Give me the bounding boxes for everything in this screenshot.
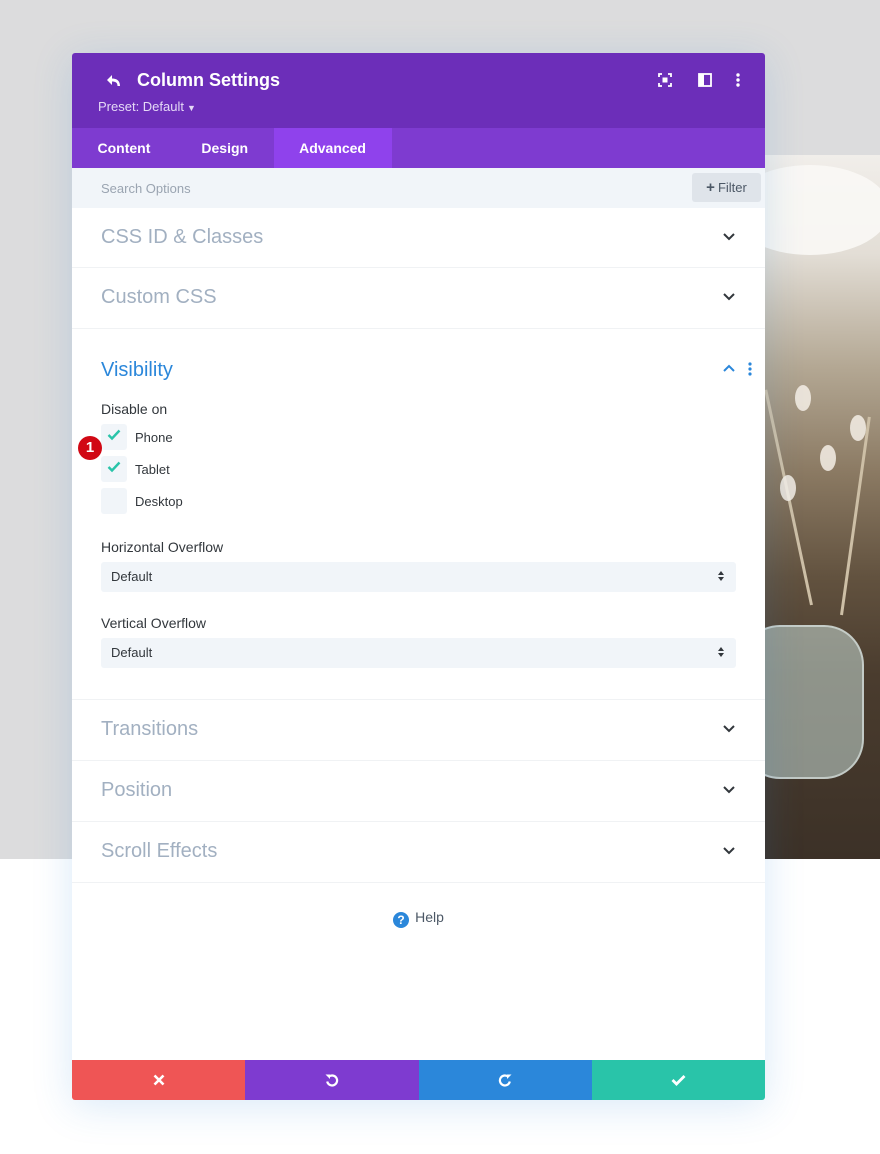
- chevron-down-icon: [723, 786, 735, 794]
- section-title[interactable]: Visibility: [101, 359, 173, 382]
- vertical-overflow-select[interactable]: Default: [101, 638, 736, 668]
- redo-button[interactable]: [418, 1060, 592, 1100]
- tab-advanced[interactable]: Advanced: [273, 128, 392, 168]
- caret-down-icon: ▼: [187, 103, 196, 113]
- filter-button[interactable]: + Filter: [692, 173, 761, 202]
- modal-footer: [72, 1060, 765, 1100]
- checkbox-row-phone: Phone: [101, 424, 173, 450]
- select-arrows-icon: [718, 647, 724, 657]
- redo-icon: [498, 1074, 512, 1087]
- vertical-overflow-label: Vertical Overflow: [101, 615, 207, 631]
- section-scroll-effects[interactable]: Scroll Effects: [72, 822, 765, 883]
- chevron-down-icon: [723, 847, 735, 855]
- help-label: Help: [415, 909, 444, 925]
- section-css-id-classes[interactable]: CSS ID & Classes: [72, 208, 765, 268]
- column-settings-modal: Column Settings Preset: Default ▼ Content…: [72, 53, 765, 1100]
- checkbox-label: Phone: [135, 429, 173, 445]
- photo-flower: [780, 475, 796, 501]
- check-icon: [107, 461, 121, 473]
- section-title: Scroll Effects: [101, 840, 218, 862]
- save-button[interactable]: [591, 1060, 765, 1100]
- tablet-checkbox[interactable]: [101, 456, 127, 482]
- help-icon: ?: [393, 912, 410, 928]
- desktop-checkbox[interactable]: [101, 488, 127, 514]
- photo-flower: [850, 415, 866, 441]
- photo-flower: [795, 385, 811, 411]
- chevron-up-icon[interactable]: [722, 363, 736, 373]
- section-custom-css[interactable]: Custom CSS: [72, 268, 765, 329]
- section-title: Position: [101, 779, 173, 801]
- check-icon: [671, 1075, 686, 1086]
- disable-on-label: Disable on: [101, 401, 168, 417]
- close-icon: [153, 1074, 165, 1086]
- plus-icon: +: [706, 179, 715, 196]
- select-value: Default: [111, 645, 153, 660]
- select-arrows-icon: [718, 571, 724, 581]
- photo-plate: [760, 165, 880, 255]
- sidebar-layout-icon[interactable]: [697, 72, 713, 88]
- search-input[interactable]: [90, 175, 672, 201]
- annotation-badge: 1: [78, 436, 102, 460]
- checkbox-row-tablet: Tablet: [101, 456, 170, 482]
- section-title: Custom CSS: [101, 286, 217, 308]
- photo-stem: [840, 416, 871, 616]
- help-link[interactable]: ? Help: [72, 909, 765, 928]
- section-title: Transitions: [101, 718, 199, 740]
- chevron-down-icon: [723, 233, 735, 241]
- preset-label: Preset: Default: [98, 99, 184, 114]
- phone-checkbox[interactable]: [101, 424, 127, 450]
- photo-glass: [760, 625, 864, 779]
- checkbox-row-desktop: Desktop: [101, 488, 183, 514]
- checkbox-label: Tablet: [135, 461, 170, 477]
- search-bar: +Filter: [72, 168, 765, 208]
- undo-button[interactable]: [245, 1060, 419, 1100]
- modal-header: Column Settings Preset: Default ▼: [72, 53, 765, 128]
- photo-flower: [820, 445, 836, 471]
- section-visibility: Visibility Disable on Phone Tablet Deskt…: [72, 329, 765, 700]
- select-value: Default: [111, 569, 153, 584]
- section-title: CSS ID & Classes: [101, 226, 264, 248]
- preset-selector[interactable]: Preset: Default ▼: [98, 99, 196, 114]
- more-dots-icon[interactable]: [730, 72, 746, 88]
- undo-icon: [325, 1074, 339, 1087]
- tab-content[interactable]: Content: [72, 128, 176, 168]
- modal-title: Column Settings: [137, 70, 280, 90]
- filter-label: Filter: [717, 180, 747, 195]
- undo-icon[interactable]: [103, 71, 125, 93]
- horizontal-overflow-select[interactable]: Default: [101, 562, 736, 592]
- fullscreen-icon[interactable]: [657, 72, 673, 88]
- chevron-down-icon: [723, 293, 735, 301]
- checkbox-label: Desktop: [135, 493, 183, 509]
- section-position[interactable]: Position: [72, 761, 765, 822]
- tab-bar: Content Design Advanced: [72, 128, 765, 168]
- tab-design[interactable]: Design: [176, 128, 274, 168]
- more-dots-icon[interactable]: [748, 362, 752, 376]
- section-transitions[interactable]: Transitions: [72, 700, 765, 761]
- horizontal-overflow-label: Horizontal Overflow: [101, 539, 224, 555]
- check-icon: [107, 429, 121, 441]
- cancel-button[interactable]: [72, 1060, 246, 1100]
- chevron-down-icon: [723, 725, 735, 733]
- background-photo: [760, 155, 880, 859]
